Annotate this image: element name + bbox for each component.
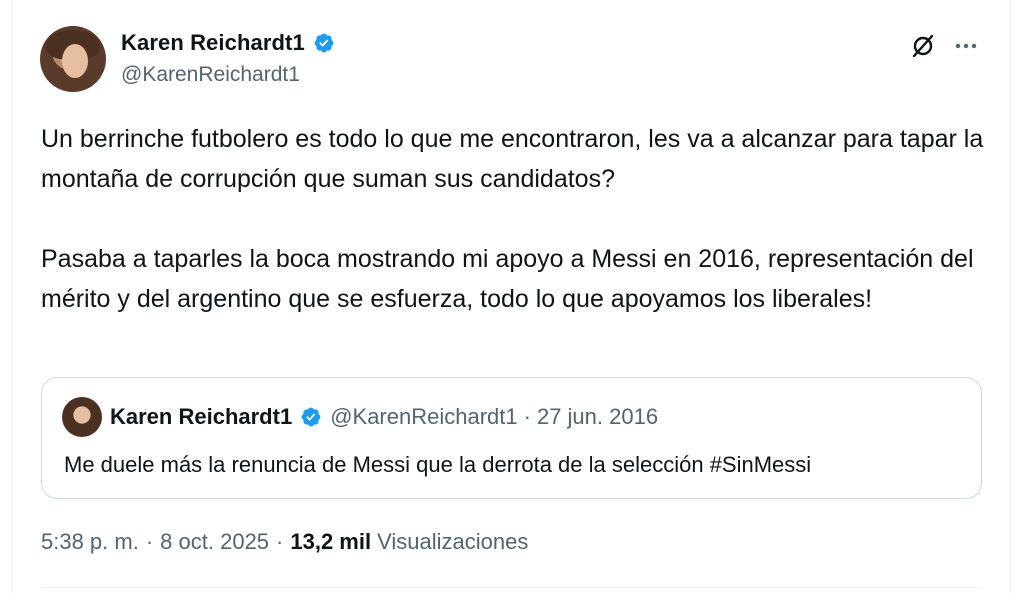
tweet-paragraph-2: Pasaba a taparles la boca mostrando mi a…	[41, 245, 974, 313]
author-handle[interactable]: @KarenReichardt1	[121, 63, 300, 87]
meta-separator: ·	[145, 529, 154, 554]
author-name[interactable]: Karen Reichardt1	[121, 30, 335, 56]
tweet-text: Un berrinche futbolero es todo lo que me…	[41, 119, 991, 319]
views-label: Visualizaciones	[377, 529, 529, 554]
author-avatar[interactable]	[40, 26, 106, 92]
views-count: 13,2 mil	[290, 529, 372, 554]
tweet-paragraph-1: Un berrinche futbolero es todo lo que me…	[41, 125, 984, 193]
quoted-separator: ·	[523, 404, 531, 429]
verified-badge-icon	[314, 33, 334, 53]
more-icon[interactable]	[953, 35, 979, 57]
quoted-tweet[interactable]: Karen Reichardt1 @KarenReichardt1 · 27 j…	[41, 377, 982, 499]
quoted-date: 27 jun. 2016	[536, 404, 659, 429]
author-name-text[interactable]: Karen Reichardt1	[121, 30, 305, 56]
quoted-author-handle: @KarenReichardt1	[330, 404, 518, 429]
avatar-face	[62, 44, 88, 78]
quoted-tweet-text: Me duele más la renuncia de Messi que la…	[64, 452, 812, 477]
quoted-author-name: Karen Reichardt1	[110, 404, 293, 429]
tweet-date[interactable]: 8 oct. 2025	[160, 529, 269, 555]
quoted-author-avatar	[62, 397, 102, 437]
tweet-meta: 5:38 p. m. · 8 oct. 2025 · 13,2 mil Visu…	[41, 529, 528, 555]
tweet-time[interactable]: 5:38 p. m.	[41, 529, 139, 555]
meta-separator-2: ·	[276, 529, 284, 554]
grok-icon[interactable]	[910, 33, 936, 59]
quoted-tweet-header: Karen Reichardt1 @KarenReichardt1 · 27 j…	[110, 404, 658, 430]
verified-badge-icon	[301, 407, 321, 427]
divider	[41, 587, 982, 588]
